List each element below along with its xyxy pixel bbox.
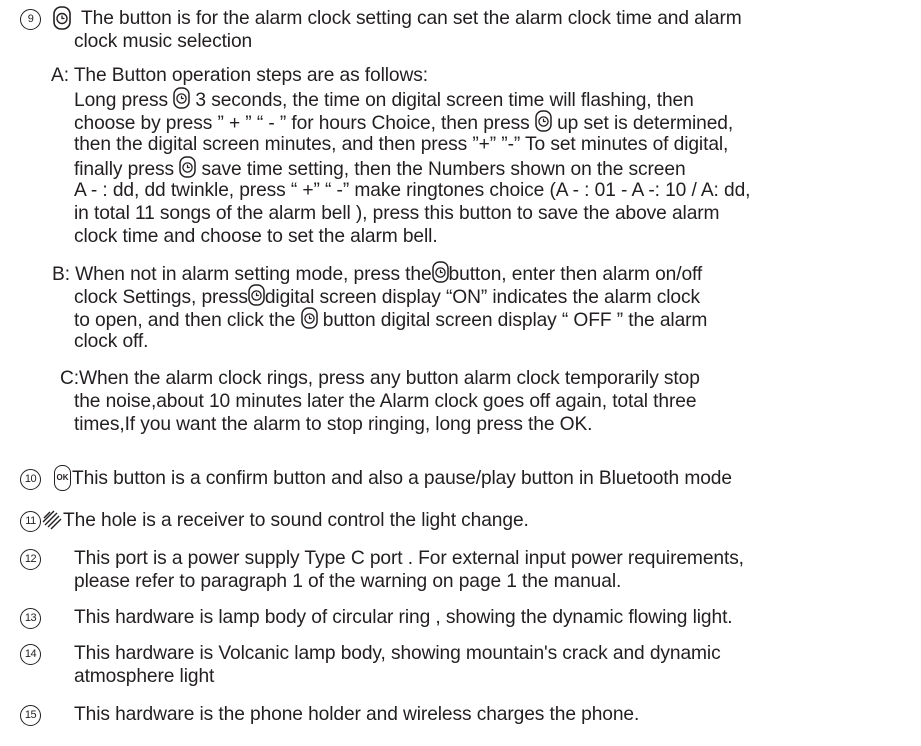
section-10-text: This button is a confirm button and also… [72,468,732,489]
alarm-clock-icon [431,261,449,283]
section-a-line-2-end: up set is determined, [551,113,734,134]
section-b-line-4: clock off. [74,331,149,352]
section-13-text: This hardware is lamp body of circular r… [74,607,733,628]
section-a-line-6: in total 11 songs of the alarm bell ), p… [74,203,720,224]
item-number-10: 10 [20,469,41,490]
section-12-line-1: This port is a power supply Type C port … [74,548,744,569]
section-b-line-2-start: clock Settings, press [74,287,248,308]
item-number-12: 12 [20,549,41,570]
section-b-line-1-start: B: When not in alarm setting mode, press… [52,264,432,285]
section-b-line-3: to open, and then click the button digit… [74,307,707,332]
hatched-hole-icon [41,509,63,536]
alarm-clock-icon [300,307,318,329]
section-b-line-3-end: button digital screen display “ OFF ” th… [317,310,708,331]
section-9-line-2: clock music selection [74,31,253,52]
section-14-line-1: This hardware is Volcanic lamp body, sho… [74,643,721,664]
item-number-14: 14 [20,644,41,665]
alarm-clock-icon [53,6,71,30]
section-b-line-2: clock Settings, press digital screen disp… [74,284,700,309]
section-c-line-3: times,If you want the alarm to stop ring… [74,414,593,435]
alarm-clock-icon [179,156,196,178]
item-number-9: 9 [20,9,41,30]
section-a-line-1: Long press 3 seconds, the time on digita… [74,87,694,112]
ok-button-icon: OK [54,465,71,491]
section-b-line-3-start: to open, and then click the [74,310,301,331]
section-a-line-4: finally press save time setting, then th… [74,156,686,181]
alarm-clock-icon [535,110,552,132]
section-a-line-1-end: 3 seconds, the time on digital screen ti… [190,90,694,111]
manual-page: 9 The button is for the alarm clock sett… [0,0,921,746]
item-number-11: 11 [20,511,41,532]
section-15-text: This hardware is the phone holder and wi… [74,704,640,725]
section-a-line-7: clock time and choose to set the alarm b… [74,226,438,247]
item-number-15: 15 [20,705,41,726]
section-14-line-2: atmosphere light [74,666,215,687]
section-a-line-5: A - : dd, dd twinkle, press “ +” “ -” ma… [74,180,751,201]
section-a-line-2: choose by press ” + ” “ - ” for hours Ch… [74,110,733,135]
section-a-line-4-start: finally press [74,159,180,180]
section-b-line-2-end: digital screen display “ON” indicates th… [264,287,700,308]
section-c-line-2: the noise,about 10 minutes later the Ala… [74,391,697,412]
section-b-line-1-end: button, enter then alarm on/off [448,264,703,285]
section-a-heading: A: The Button operation steps are as fol… [51,65,428,86]
item-number-13: 13 [20,608,41,629]
section-a-line-3: then the digital screen minutes, and the… [74,134,729,155]
alarm-clock-icon [173,87,190,109]
section-a-line-1-start: Long press [74,90,174,111]
section-b-line-1: B: When not in alarm setting mode, press… [52,261,702,286]
section-a-line-4-end: save time setting, then the Numbers show… [196,159,686,180]
section-a-line-2-start: choose by press ” + ” “ - ” for hours Ch… [74,113,535,134]
section-9-line-1: The button is for the alarm clock settin… [81,8,742,29]
section-12-line-2: please refer to paragraph 1 of the warni… [74,571,622,592]
section-c-line-1: C:When the alarm clock rings, press any … [60,368,700,389]
alarm-clock-icon [248,284,265,306]
section-11-text: The hole is a receiver to sound control … [63,510,529,531]
